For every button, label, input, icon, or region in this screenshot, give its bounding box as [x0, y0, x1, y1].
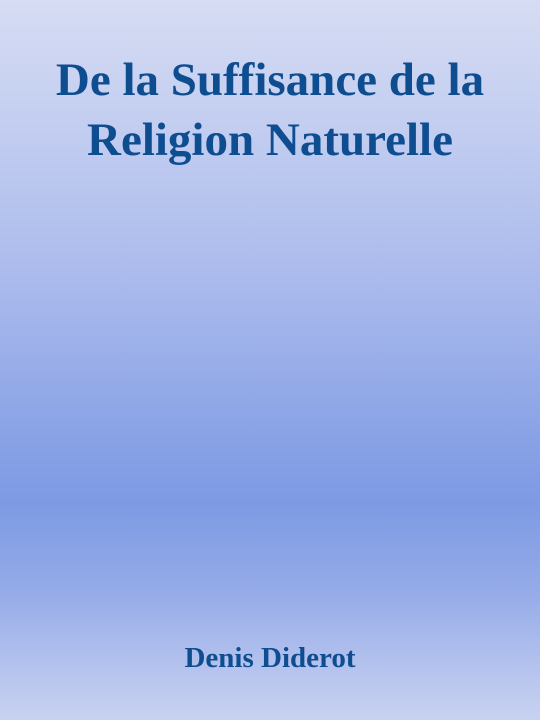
book-cover: De la Suffisance de la Religion Naturell… — [0, 0, 540, 720]
book-author: Denis Diderot — [184, 642, 356, 674]
book-title: De la Suffisance de la Religion Naturell… — [55, 54, 485, 166]
